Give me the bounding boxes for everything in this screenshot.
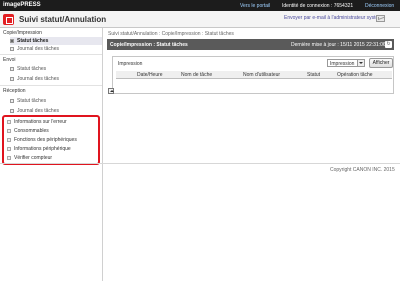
column-header-job-name: Nom de tâche xyxy=(181,72,213,78)
sidebar-item-label: Informations périphérique xyxy=(14,146,71,152)
sidebar-item-label: Fonctions des périphériques xyxy=(14,137,77,143)
bullet-icon xyxy=(7,120,11,124)
bullet-icon xyxy=(10,77,14,81)
chevron-down-icon xyxy=(357,60,364,66)
breadcrumb: Suivi statut/Annulation : Copie/Impressi… xyxy=(108,31,234,37)
sidebar-item-copy-job-log[interactable]: Journal des tâches xyxy=(10,45,102,53)
job-status-panel: Impression Impression Afficher Date/Heur… xyxy=(112,56,394,94)
bullet-icon xyxy=(10,67,14,71)
bullet-icon xyxy=(7,156,11,160)
nav-group-send: Envoi xyxy=(3,57,16,63)
footer-divider xyxy=(0,163,400,164)
column-header-operation: Opération tâche xyxy=(337,72,373,78)
nav-group-receive: Réception xyxy=(3,88,26,94)
bullet-icon xyxy=(7,138,11,142)
sidebar-item-label: Statut tâches xyxy=(17,38,49,44)
brand-label: imagePRESS xyxy=(3,2,41,8)
refresh-icon: ↻ xyxy=(386,41,391,47)
nav-group-copy-print: Copie/Impression xyxy=(3,30,42,36)
sidebar-item-label: Journal des tâches xyxy=(17,46,59,52)
sidebar-item-receive-job-log[interactable]: Journal des tâches xyxy=(10,107,102,115)
sidebar-item-label: Vérifier compteur xyxy=(14,155,53,161)
sidebar-item-receive-job-status[interactable]: Statut tâches xyxy=(10,97,102,105)
sidebar-item-label: Informations sur l'erreur xyxy=(14,119,67,125)
login-id: Identité de connexion : 7654321 xyxy=(282,3,354,9)
sidebar-item-copy-job-status[interactable]: Statut tâches xyxy=(10,37,102,45)
refresh-button[interactable]: ↻ xyxy=(385,41,392,48)
bullet-icon xyxy=(10,99,14,103)
column-header-date: Date/Heure xyxy=(137,72,163,78)
status-monitor-icon xyxy=(3,14,14,25)
bullet-icon xyxy=(7,147,11,151)
display-button[interactable]: Afficher xyxy=(369,58,393,68)
title-bar: Suivi statut/Annulation Envoyer par e-ma… xyxy=(0,11,400,28)
scroll-to-top-button[interactable] xyxy=(108,88,114,94)
sidebar-item-label: Consommables xyxy=(14,128,49,134)
sidebar-item-send-job-status[interactable]: Statut tâches xyxy=(10,65,102,73)
divider xyxy=(0,85,102,86)
panel-header: Copie/Impression : Statut tâches Dernièr… xyxy=(107,39,394,50)
email-admin-link[interactable]: Envoyer par e-mail à l'administrateur sy… xyxy=(284,15,385,21)
sidebar-item-check-counter[interactable]: Vérifier compteur xyxy=(7,154,99,162)
main-content: Suivi statut/Annulation : Copie/Impressi… xyxy=(104,28,400,281)
sidebar-item-label: Statut tâches xyxy=(17,66,47,72)
bullet-icon xyxy=(10,109,14,113)
page-title: Suivi statut/Annulation xyxy=(19,15,107,24)
copyright-text: Copyright CANON INC. 2015 xyxy=(330,167,395,173)
sidebar-item-label: Journal des tâches xyxy=(17,76,59,82)
logout-link[interactable]: Déconnexion xyxy=(365,3,394,9)
section-label: Impression xyxy=(118,61,143,67)
sidebar-item-label: Journal des tâches xyxy=(17,108,59,114)
job-type-select[interactable]: Impression xyxy=(327,59,365,67)
bullet-icon xyxy=(7,129,11,133)
column-header-status: Statut xyxy=(307,72,321,78)
portal-link[interactable]: Vers le portail xyxy=(240,3,270,9)
select-value: Impression xyxy=(330,61,355,67)
panel-title: Copie/Impression : Statut tâches xyxy=(110,42,188,48)
table-header: Date/Heure Nom de tâche Nom d'utilisateu… xyxy=(116,71,392,79)
sidebar-item-consumables[interactable]: Consommables xyxy=(7,127,99,135)
bullet-icon xyxy=(10,39,14,43)
sidebar-item-send-job-log[interactable]: Journal des tâches xyxy=(10,75,102,83)
highlighted-menu-group: Informations sur l'erreur Consommables F… xyxy=(2,115,100,165)
sidebar-item-error-info[interactable]: Informations sur l'erreur xyxy=(7,118,99,126)
sidebar-item-label: Statut tâches xyxy=(17,98,47,104)
column-header-user-name: Nom d'utilisateur xyxy=(243,72,281,78)
sidebar-item-device-info[interactable]: Informations périphérique xyxy=(7,145,99,153)
mail-icon[interactable] xyxy=(376,15,385,22)
sidebar-item-device-functions[interactable]: Fonctions des périphériques xyxy=(7,136,99,144)
divider xyxy=(0,54,102,55)
job-table-body xyxy=(116,80,392,91)
top-bar: imagePRESS Vers le portail Identité de c… xyxy=(0,0,400,11)
last-update-text: Dernière mise à jour : 15/11 2015 22:31:… xyxy=(291,42,386,48)
bullet-icon xyxy=(10,47,14,51)
